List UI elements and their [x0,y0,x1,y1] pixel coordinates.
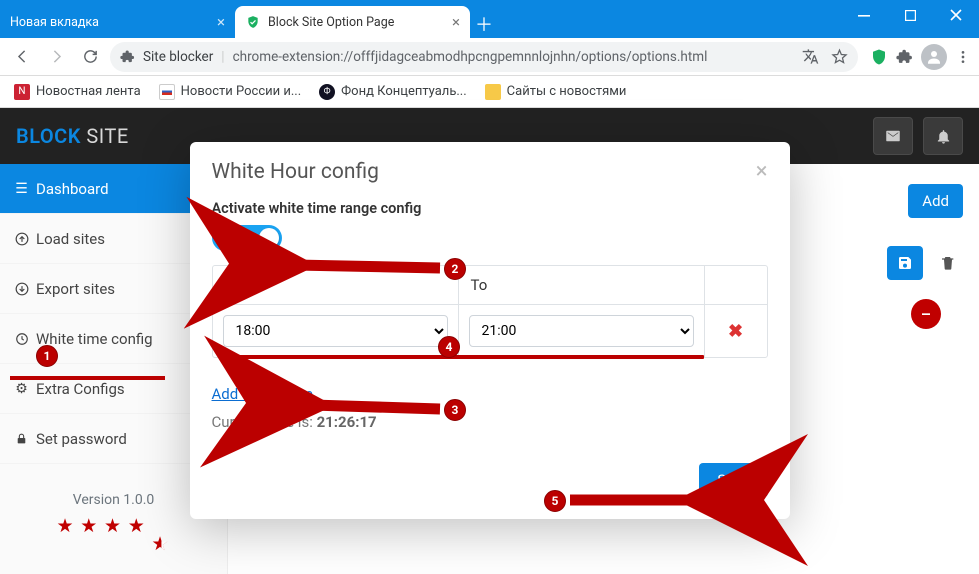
browser-toolbar: Site blocker | chrome-extension://offfji… [0,38,979,76]
range-table: From To 18:00 21:00 ✖ [212,265,768,358]
shield-icon [245,14,261,30]
th-from: From [213,266,459,304]
bookmarks-bar: NНовостная лента Новости России и... ФФо… [0,76,979,108]
add-range-link[interactable]: Add time range [212,385,313,403]
window-controls [841,0,979,30]
toggle-text: ON [221,232,237,245]
extension-label: Site blocker [143,49,213,65]
current-time-value: 21:26:17 [317,413,377,431]
bookmark-item[interactable]: ФФонд Концептуаль... [319,84,467,100]
modal-close-button[interactable]: × [756,161,768,183]
bookmark-label: Фонд Концептуаль... [341,84,467,99]
extension-icon [120,49,135,64]
close-icon[interactable]: × [217,13,225,31]
annotation-underline [224,355,704,359]
back-button[interactable] [8,43,36,71]
new-tab-button[interactable]: ＋ [470,10,498,38]
close-icon[interactable]: × [452,13,460,31]
bookmark-item[interactable]: NНовостная лента [14,84,141,100]
maximize-button[interactable] [887,0,933,30]
profile-avatar[interactable] [921,44,947,70]
forward-button[interactable] [42,43,70,71]
from-select[interactable]: 18:00 [223,315,448,347]
browser-titlebar: Новая вкладка × Block Site Option Page ×… [0,0,979,38]
browser-tab-active[interactable]: Block Site Option Page × [235,6,470,38]
activate-toggle[interactable]: ON [212,225,282,251]
save-button[interactable]: Save [699,463,767,497]
star-icon[interactable] [831,48,848,65]
bookmark-label: Новости России и... [181,84,301,99]
kebab-menu-icon[interactable] [955,49,971,65]
to-select[interactable]: 21:00 [469,315,694,347]
separator: | [221,49,224,65]
minimize-button[interactable] [841,0,887,30]
app: BLOCK SITE ☰Dashboard Load sites Export … [0,108,979,574]
modal-backdrop: White Hour config × Activate white time … [0,108,979,574]
th-to: To [459,266,705,304]
blocksite-ext-icon[interactable] [870,48,888,66]
current-time-label: Current time is: [212,413,317,431]
reload-button[interactable] [76,43,104,71]
url-text: chrome-extension://offfjidagceabmodhpcng… [233,49,708,65]
translate-icon[interactable] [802,48,819,65]
bookmark-item[interactable]: Сайты с новостями [485,84,627,100]
bookmark-label: Сайты с новостями [507,84,627,99]
activate-label: Activate white time range config [212,200,768,217]
th-actions [705,266,767,304]
address-bar[interactable]: Site blocker | chrome-extension://offfji… [110,42,858,72]
tab-title: Block Site Option Page [268,15,394,30]
remove-range-button[interactable]: ✖ [705,311,767,352]
bookmark-label: Новостная лента [36,84,141,99]
extensions-menu-icon[interactable] [896,48,913,65]
modal: White Hour config × Activate white time … [190,142,790,519]
extension-icons [870,44,971,70]
modal-title: White Hour config [212,160,379,184]
current-time: Current time is: 21:26:17 [212,413,768,431]
tab-title: Новая вкладка [10,15,99,30]
close-button[interactable] [933,0,979,30]
browser-tab-inactive[interactable]: Новая вкладка × [0,6,235,38]
bookmark-item[interactable]: Новости России и... [159,84,301,100]
toggle-knob [259,228,279,248]
